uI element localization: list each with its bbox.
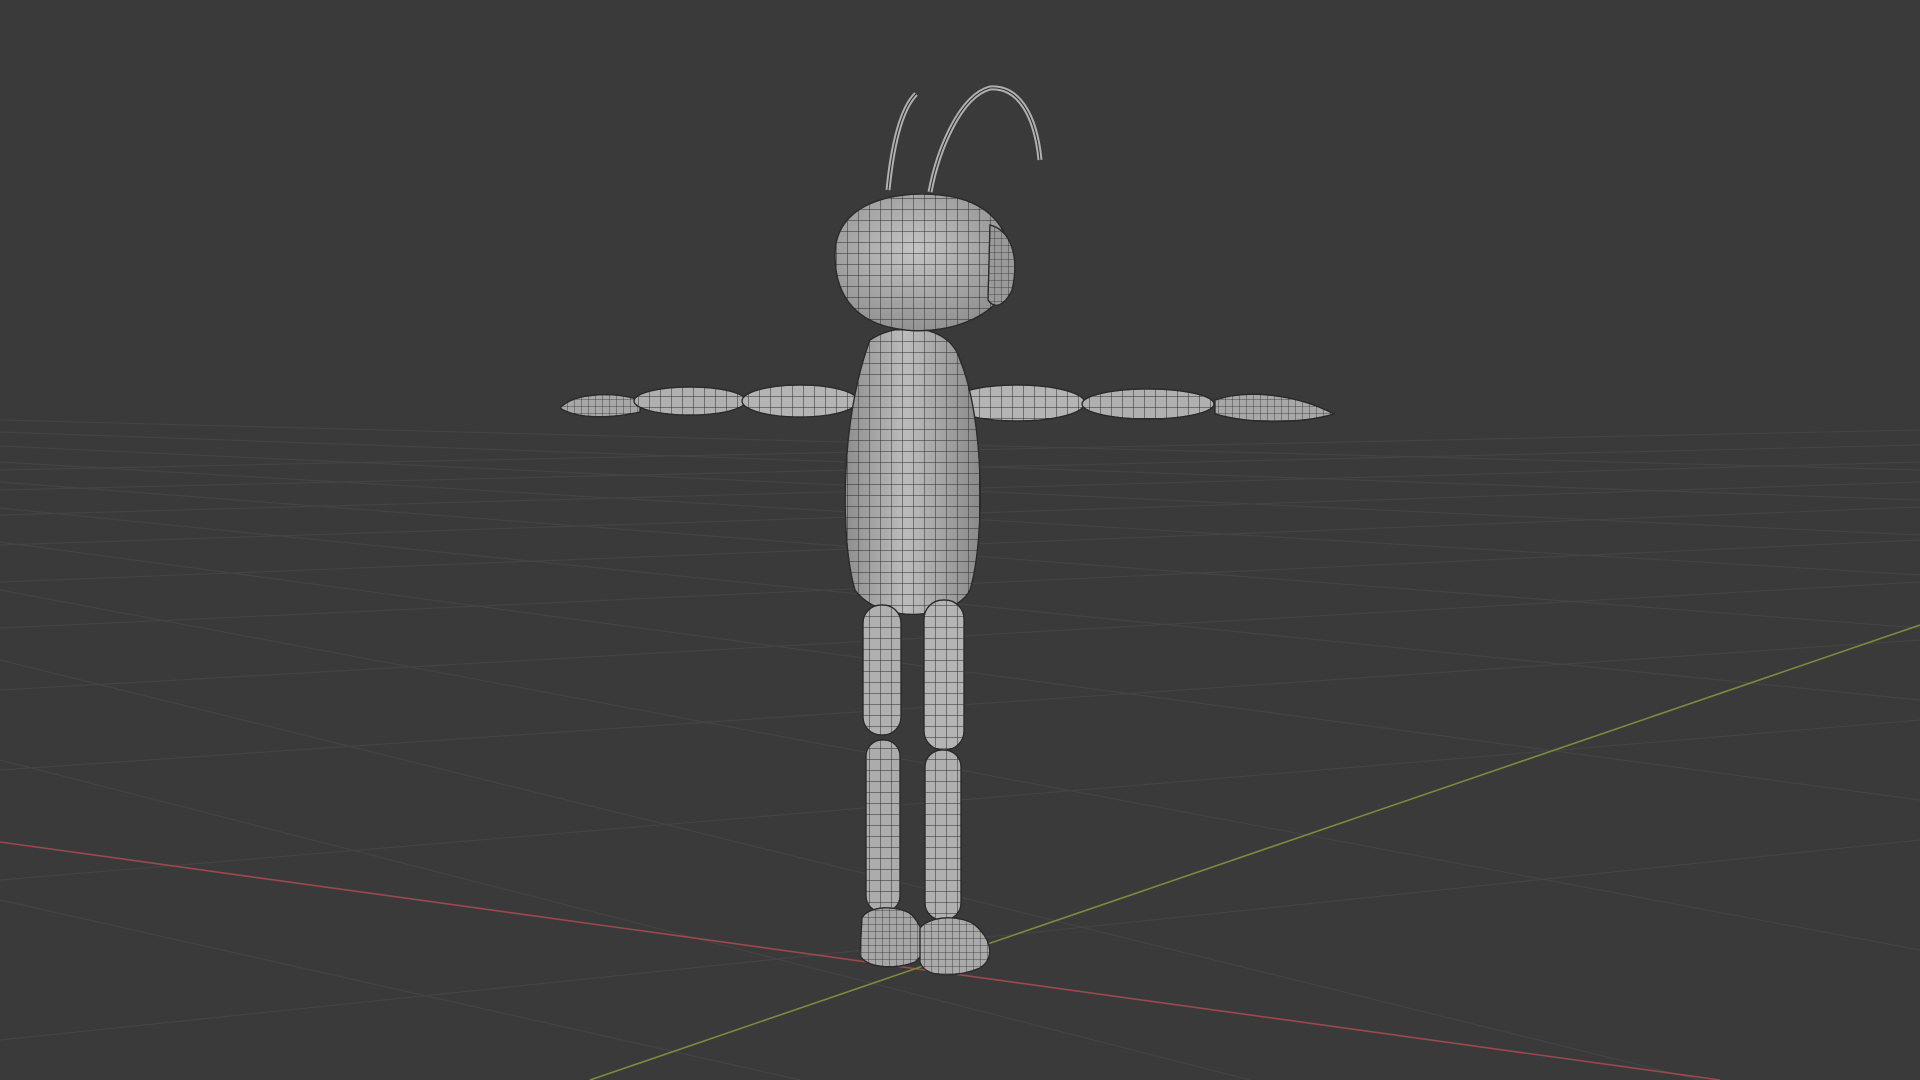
x-axis-line <box>0 841 1721 1080</box>
left-antenna <box>885 92 918 191</box>
right-antenna <box>927 85 1043 193</box>
left-arm <box>559 384 859 418</box>
left-leg <box>859 604 925 968</box>
head <box>834 193 1016 332</box>
torso <box>844 327 981 615</box>
3d-viewport[interactable] <box>0 0 1920 1080</box>
right-arm <box>948 384 1336 423</box>
viewport-canvas[interactable] <box>0 0 1920 1080</box>
ant-character-mesh[interactable] <box>559 85 1336 976</box>
right-leg <box>919 599 991 976</box>
y-axis-line <box>589 624 1920 1080</box>
